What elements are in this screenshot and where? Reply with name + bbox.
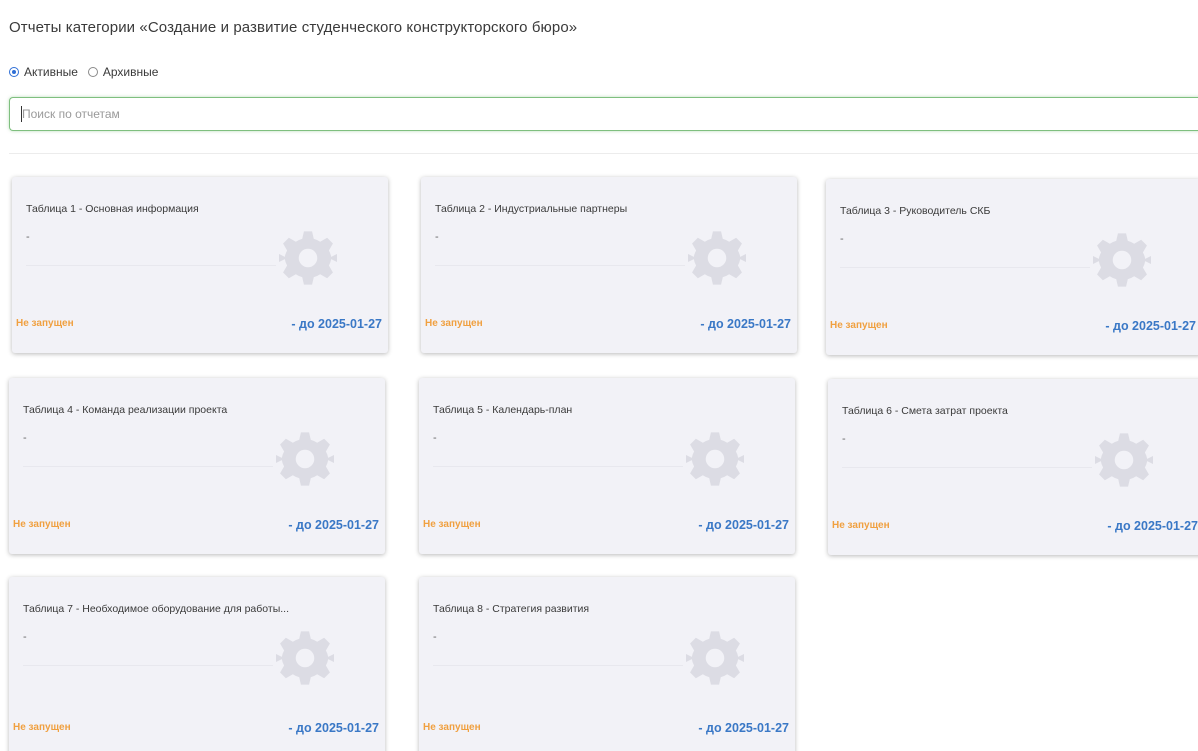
card-divider	[435, 265, 685, 266]
deadline-label: - до 2025-01-27	[1105, 319, 1196, 333]
status-label: Не запущен	[423, 722, 481, 733]
status-label: Не запущен	[13, 722, 71, 733]
status-label: Не запущен	[13, 519, 71, 530]
gear-icon	[276, 631, 334, 685]
status-label: Не запущен	[423, 519, 481, 530]
deadline-label: - до 2025-01-27	[698, 721, 789, 735]
card-description: -	[433, 432, 437, 444]
status-label: Не запущен	[16, 318, 74, 329]
page-title: Отчеты категории «Создание и развитие ст…	[9, 19, 578, 36]
filter-active-radio[interactable]: Активные	[9, 65, 78, 79]
card-divider	[23, 665, 273, 666]
card-description: -	[840, 233, 844, 245]
report-card-2[interactable]: Таблица 2 - Индустриальные партнеры - Не…	[421, 177, 797, 353]
deadline-label: - до 2025-01-27	[288, 721, 379, 735]
divider	[9, 153, 1198, 154]
card-divider	[433, 665, 683, 666]
report-card-8[interactable]: Таблица 8 - Стратегия развития - Не запу…	[419, 577, 795, 751]
status-label: Не запущен	[830, 320, 888, 331]
status-label: Не запущен	[425, 318, 483, 329]
radio-checked-icon[interactable]	[9, 67, 19, 77]
reports-page: Отчеты категории «Создание и развитие ст…	[0, 0, 1198, 751]
filter-active-label: Активные	[24, 65, 78, 79]
report-card-3[interactable]: Таблица 3 - Руководитель СКБ - Не запуще…	[826, 179, 1198, 355]
report-card-7[interactable]: Таблица 7 - Необходимое оборудование для…	[9, 577, 385, 751]
filter-archived-label: Архивные	[102, 65, 159, 79]
card-title: Таблица 2 - Индустриальные партнеры	[435, 203, 628, 215]
report-filter: Активные Архивные	[9, 65, 168, 79]
card-title: Таблица 3 - Руководитель СКБ	[840, 205, 991, 217]
status-label: Не запущен	[832, 520, 890, 531]
gear-icon	[276, 432, 334, 486]
card-description: -	[23, 631, 27, 643]
deadline-label: - до 2025-01-27	[1107, 519, 1198, 533]
gear-icon	[686, 631, 744, 685]
deadline-label: - до 2025-01-27	[291, 317, 382, 331]
card-title: Таблица 4 - Команда реализации проекта	[23, 404, 228, 416]
filter-archived-radio[interactable]: Архивные	[87, 65, 159, 79]
gear-icon	[686, 432, 744, 486]
card-title: Таблица 7 - Необходимое оборудование для…	[23, 603, 290, 615]
report-card-4[interactable]: Таблица 4 - Команда реализации проекта -…	[9, 378, 385, 554]
card-description: -	[842, 433, 846, 445]
card-description: -	[435, 231, 439, 243]
card-divider	[26, 265, 276, 266]
gear-icon	[279, 231, 337, 285]
gear-icon	[1093, 233, 1151, 287]
card-divider	[840, 267, 1090, 268]
card-description: -	[23, 432, 27, 444]
card-title: Таблица 5 - Календарь-план	[433, 404, 573, 416]
radio-unchecked-icon[interactable]	[87, 67, 98, 77]
report-card-6[interactable]: Таблица 6 - Смета затрат проекта - Не за…	[828, 379, 1198, 555]
report-card-5[interactable]: Таблица 5 - Календарь-план - Не запущен …	[419, 378, 795, 554]
deadline-label: - до 2025-01-27	[698, 518, 789, 532]
report-card-1[interactable]: Таблица 1 - Основная информация - Не зап…	[12, 177, 388, 353]
card-title: Таблица 8 - Стратегия развития	[433, 603, 590, 615]
card-divider	[23, 466, 273, 467]
gear-icon	[1095, 433, 1153, 487]
card-description: -	[433, 631, 437, 643]
deadline-label: - до 2025-01-27	[700, 317, 791, 331]
gear-icon	[688, 231, 746, 285]
search-input[interactable]	[9, 97, 1198, 131]
deadline-label: - до 2025-01-27	[288, 518, 379, 532]
text-cursor	[21, 106, 22, 122]
card-divider	[433, 466, 683, 467]
card-title: Таблица 6 - Смета затрат проекта	[842, 405, 1008, 417]
card-divider	[842, 467, 1092, 468]
card-title: Таблица 1 - Основная информация	[26, 203, 199, 215]
card-description: -	[26, 231, 30, 243]
